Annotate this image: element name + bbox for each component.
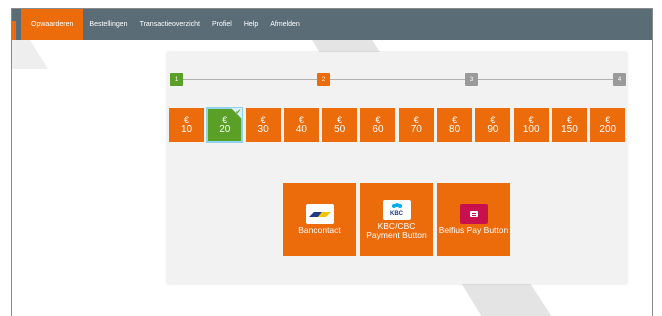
nav-item-bestellingen[interactable]: Bestellingen bbox=[83, 9, 133, 40]
nav-accent-marker bbox=[12, 21, 16, 40]
amount-value: 60 bbox=[372, 124, 384, 135]
amount-option-80[interactable]: €80 bbox=[437, 108, 473, 142]
step-progress-line bbox=[177, 79, 625, 80]
browser-viewport: Opwaarderen Bestellingen Transactieoverz… bbox=[11, 8, 653, 316]
amount-option-150[interactable]: €150 bbox=[551, 108, 587, 142]
amount-option-20[interactable]: ✔ €20 bbox=[206, 107, 244, 143]
amount-option-30[interactable]: €30 bbox=[245, 108, 281, 142]
amount-value: 90 bbox=[487, 124, 499, 135]
amount-value: 30 bbox=[257, 124, 269, 135]
amount-value: 20 bbox=[219, 124, 231, 135]
bancontact-label: Bancontact bbox=[298, 225, 341, 235]
belfius-logo-icon bbox=[459, 204, 488, 224]
nav-item-help[interactable]: Help bbox=[238, 9, 264, 40]
amount-option-60[interactable]: €60 bbox=[360, 108, 396, 142]
nav-item-transactieoverzicht[interactable]: Transactieoverzicht bbox=[134, 9, 206, 40]
step-4: 4 bbox=[613, 73, 626, 86]
top-up-card: 1 2 3 4 €10 ✔ €20 €30 €40 €50 €60 €70 €80… bbox=[167, 52, 627, 284]
amount-value: 10 bbox=[180, 124, 193, 135]
step-2: 2 bbox=[317, 73, 330, 86]
amount-value: 70 bbox=[410, 124, 422, 135]
amount-value: 150 bbox=[561, 124, 578, 135]
bancontact-button[interactable]: Bancontact bbox=[283, 183, 356, 256]
nav-item-profiel[interactable]: Profiel bbox=[206, 9, 238, 40]
step-1: 1 bbox=[170, 73, 183, 86]
amount-value: 200 bbox=[599, 124, 617, 135]
amount-option-200[interactable]: €200 bbox=[590, 108, 626, 142]
top-navigation: Opwaarderen Bestellingen Transactieoverz… bbox=[12, 9, 652, 40]
amount-options: €10 ✔ €20 €30 €40 €50 €60 €70 €80 €90 €10… bbox=[169, 107, 629, 143]
amount-option-10[interactable]: €10 bbox=[169, 108, 204, 142]
amount-option-70[interactable]: €70 bbox=[398, 108, 434, 142]
kbc-label: KBC/CBC Payment Button bbox=[366, 220, 427, 240]
amount-value: 80 bbox=[449, 124, 461, 135]
kbc-logo-icon: KBC bbox=[382, 199, 411, 220]
selected-check-icon: ✔ bbox=[231, 108, 243, 119]
kbc-payment-button[interactable]: KBC KBC/CBC Payment Button bbox=[360, 183, 433, 256]
bancontact-logo-icon bbox=[305, 204, 334, 224]
amount-option-40[interactable]: €40 bbox=[283, 108, 319, 142]
step-3: 3 bbox=[465, 73, 478, 86]
amount-value: 100 bbox=[522, 124, 540, 135]
nav-item-afmelden[interactable]: Afmelden bbox=[264, 9, 306, 40]
belfius-pay-button[interactable]: Belfius Pay Button bbox=[437, 183, 510, 256]
belfius-label: Belfius Pay Button bbox=[438, 225, 509, 235]
nav-item-opwaarderen[interactable]: Opwaarderen bbox=[21, 9, 84, 40]
kbc-logo-text: KBC bbox=[390, 210, 403, 217]
amount-value: 40 bbox=[295, 124, 307, 135]
amount-value: 50 bbox=[334, 124, 346, 135]
amount-option-100[interactable]: €100 bbox=[513, 108, 549, 142]
amount-option-90[interactable]: €90 bbox=[475, 108, 511, 142]
payment-methods: Bancontact KBC KBC/CBC Payment Button Be… bbox=[283, 183, 514, 256]
amount-option-50[interactable]: €50 bbox=[322, 108, 358, 142]
